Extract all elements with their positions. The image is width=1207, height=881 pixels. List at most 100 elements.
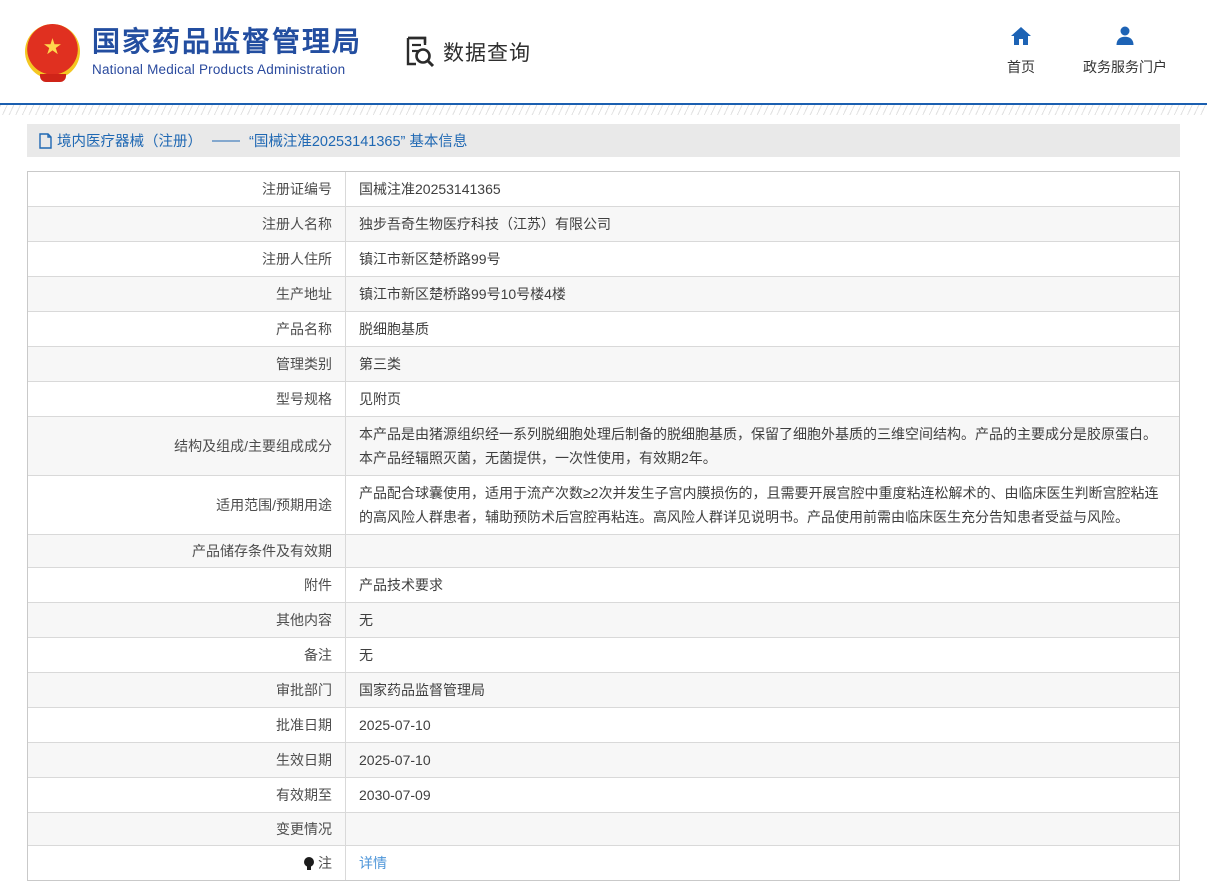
row-value: 产品技术要求 xyxy=(346,568,1179,602)
table-row: 产品储存条件及有效期 xyxy=(28,535,1179,568)
table-row: 注册人名称独步吾奇生物医疗科技（江苏）有限公司 xyxy=(28,207,1179,242)
row-value: 独步吾奇生物医疗科技（江苏）有限公司 xyxy=(346,207,1179,241)
row-value: 无 xyxy=(346,603,1179,637)
nav-portal-label: 政务服务门户 xyxy=(1083,57,1167,77)
row-value: 国械注准20253141365 xyxy=(346,172,1179,206)
breadcrumb: 境内医疗器械（注册） —— “国械注准20253141365” 基本信息 xyxy=(27,124,1180,157)
row-label-text: 产品名称 xyxy=(276,319,332,339)
row-label: 型号规格 xyxy=(28,382,346,416)
row-label: 注册人住所 xyxy=(28,242,346,276)
row-label: 注册证编号 xyxy=(28,172,346,206)
header-nav: 首页 政务服务门户 xyxy=(1007,26,1207,77)
row-label-text: 批准日期 xyxy=(276,715,332,735)
row-value: 脱细胞基质 xyxy=(346,312,1179,346)
row-label: 生产地址 xyxy=(28,277,346,311)
row-label-text: 型号规格 xyxy=(276,389,332,409)
detail-link[interactable]: 详情 xyxy=(359,851,387,875)
row-label-text: 生产地址 xyxy=(276,284,332,304)
row-label: 有效期至 xyxy=(28,778,346,812)
table-row: 其他内容无 xyxy=(28,603,1179,638)
breadcrumb-separator: —— xyxy=(212,133,239,149)
table-row: 有效期至 2030-07-09 xyxy=(28,778,1179,813)
table-row: 备注无 xyxy=(28,638,1179,673)
table-row: 适用范围/预期用途产品配合球囊使用，适用于流产次数≥2次并发生子宫内膜损伤的，且… xyxy=(28,476,1179,535)
row-label-text: 其他内容 xyxy=(276,610,332,630)
row-value xyxy=(346,813,1179,845)
row-label-text: 管理类别 xyxy=(276,354,332,374)
row-value: 2030-07-09 xyxy=(346,778,1179,812)
table-row: 审批部门国家药品监督管理局 xyxy=(28,673,1179,708)
row-label-text: 结构及组成/主要组成成分 xyxy=(174,436,332,456)
row-label: 审批部门 xyxy=(28,673,346,707)
row-label: 注册人名称 xyxy=(28,207,346,241)
row-label: 适用范围/预期用途 xyxy=(28,476,346,534)
breadcrumb-current: “国械注准20253141365” 基本信息 xyxy=(249,130,467,151)
row-label: 备注 xyxy=(28,638,346,672)
row-label: 其他内容 xyxy=(28,603,346,637)
emblem-star-icon: ★ xyxy=(43,36,63,58)
row-label-text: 生效日期 xyxy=(276,750,332,770)
row-label-text: 适用范围/预期用途 xyxy=(216,495,332,515)
row-label: 批准日期 xyxy=(28,708,346,742)
decorative-hatch-strip xyxy=(0,105,1207,115)
registration-detail-table: 注册证编号国械注准20253141365注册人名称独步吾奇生物医疗科技（江苏）有… xyxy=(27,171,1180,881)
row-label: 产品储存条件及有效期 xyxy=(28,535,346,567)
row-label: 附件 xyxy=(28,568,346,602)
row-label: 结构及组成/主要组成成分 xyxy=(28,417,346,475)
table-row: 生产地址镇江市新区楚桥路99号10号楼4楼 xyxy=(28,277,1179,312)
row-value: 2025-07-10 xyxy=(346,708,1179,742)
data-query-heading: 数据查询 xyxy=(404,35,531,69)
row-value: 国家药品监督管理局 xyxy=(346,673,1179,707)
page-title: 数据查询 xyxy=(443,37,531,67)
row-value: 见附页 xyxy=(346,382,1179,416)
table-row: 注册证编号国械注准20253141365 xyxy=(28,172,1179,207)
row-value: 镇江市新区楚桥路99号10号楼4楼 xyxy=(346,277,1179,311)
document-search-icon xyxy=(404,35,436,69)
table-row: 附件产品技术要求 xyxy=(28,568,1179,603)
table-row: 型号规格见附页 xyxy=(28,382,1179,417)
row-label: 注 xyxy=(28,846,346,880)
row-value: 2025-07-10 xyxy=(346,743,1179,777)
row-value: 本产品是由猪源组织经一系列脱细胞处理后制备的脱细胞基质，保留了细胞外基质的三维空… xyxy=(346,417,1179,475)
table-row: 变更情况 xyxy=(28,813,1179,846)
row-label: 管理类别 xyxy=(28,347,346,381)
table-row: 产品名称脱细胞基质 xyxy=(28,312,1179,347)
table-row: 结构及组成/主要组成成分本产品是由猪源组织经一系列脱细胞处理后制备的脱细胞基质，… xyxy=(28,417,1179,476)
national-emblem-logo: ★ xyxy=(25,24,80,79)
user-icon xyxy=(1114,26,1136,51)
row-label-text: 变更情况 xyxy=(276,819,332,839)
row-label: 变更情况 xyxy=(28,813,346,845)
row-label-text: 有效期至 xyxy=(276,785,332,805)
table-row: 生效日期 2025-07-10 xyxy=(28,743,1179,778)
org-name-cn: 国家药品监督管理局 xyxy=(92,26,362,58)
row-value: 详情 xyxy=(346,846,1179,880)
row-label-text: 注册人住所 xyxy=(262,249,332,269)
row-label: 生效日期 xyxy=(28,743,346,777)
row-label-text: 注册证编号 xyxy=(262,179,332,199)
table-row: 批准日期 2025-07-10 xyxy=(28,708,1179,743)
breadcrumb-category[interactable]: 境内医疗器械（注册） xyxy=(57,130,202,151)
site-header: ★ 国家药品监督管理局 National Medical Products Ad… xyxy=(0,0,1207,105)
nav-gov-portal[interactable]: 政务服务门户 xyxy=(1083,26,1167,77)
org-identity: 国家药品监督管理局 National Medical Products Admi… xyxy=(92,26,362,76)
table-row: 管理类别第三类 xyxy=(28,347,1179,382)
row-label: 产品名称 xyxy=(28,312,346,346)
row-label-text: 产品储存条件及有效期 xyxy=(192,541,332,561)
row-value xyxy=(346,535,1179,567)
row-value: 无 xyxy=(346,638,1179,672)
row-label-text: 审批部门 xyxy=(276,680,332,700)
row-value: 镇江市新区楚桥路99号 xyxy=(346,242,1179,276)
row-value: 第三类 xyxy=(346,347,1179,381)
file-icon xyxy=(39,133,57,149)
nav-home-label: 首页 xyxy=(1007,57,1035,77)
row-value: 产品配合球囊使用，适用于流产次数≥2次并发生子宫内膜损伤的，且需要开展宫腔中重度… xyxy=(346,476,1179,534)
row-label-text: 注 xyxy=(318,853,332,873)
home-icon xyxy=(1010,26,1032,51)
row-label-text: 附件 xyxy=(304,575,332,595)
table-row: 注 详情 xyxy=(28,846,1179,880)
row-label-text: 备注 xyxy=(304,645,332,665)
table-row: 注册人住所镇江市新区楚桥路99号 xyxy=(28,242,1179,277)
nav-home[interactable]: 首页 xyxy=(1007,26,1035,77)
org-name-en: National Medical Products Administration xyxy=(92,62,362,77)
row-label-text: 注册人名称 xyxy=(262,214,332,234)
